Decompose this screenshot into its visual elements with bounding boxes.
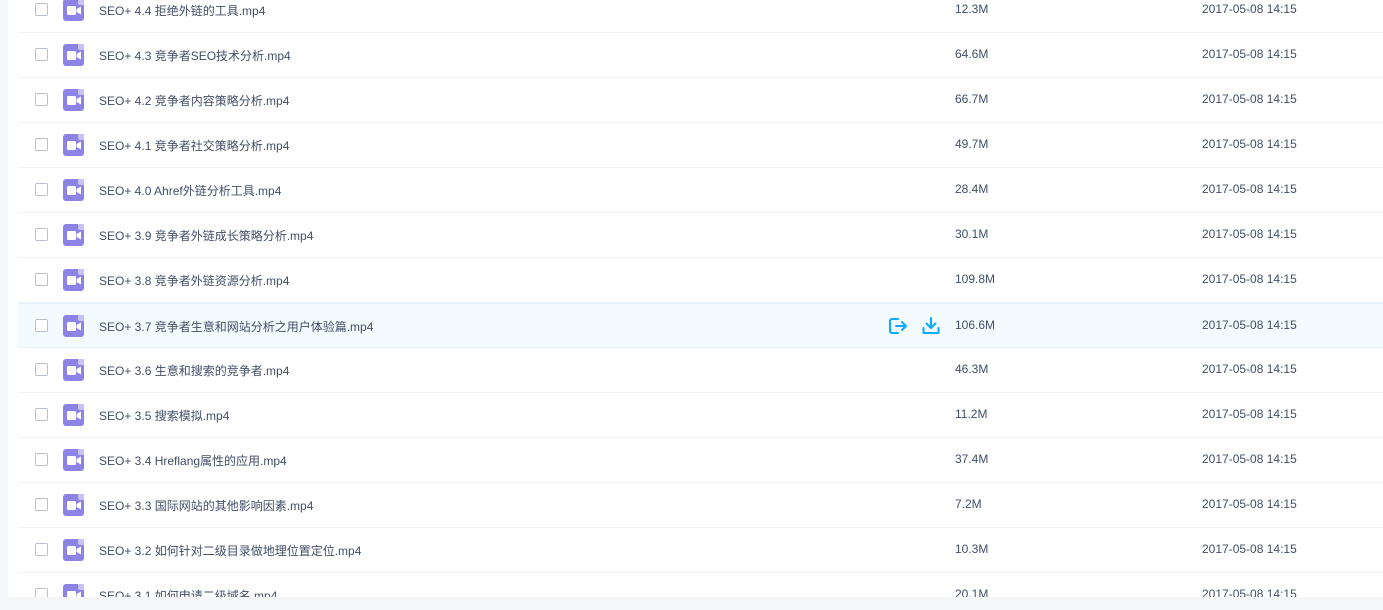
row-checkbox[interactable] — [35, 588, 48, 597]
row-checkbox[interactable] — [35, 3, 48, 16]
row-checkbox[interactable] — [35, 453, 48, 466]
file-size: 10.3M — [955, 542, 989, 556]
file-date: 2017-05-08 14:15 — [1202, 92, 1297, 106]
file-date: 2017-05-08 14:15 — [1202, 318, 1297, 332]
file-date: 2017-05-08 14:15 — [1202, 407, 1297, 421]
file-row[interactable]: SEO+ 3.3 国际网站的其他影响因素.mp4 7.2M 2017-05-08… — [18, 483, 1383, 528]
file-size: 106.6M — [955, 318, 996, 332]
file-date: 2017-05-08 14:15 — [1202, 362, 1297, 376]
video-file-icon — [63, 44, 84, 66]
share-export-icon[interactable] — [888, 316, 908, 336]
file-date: 2017-05-08 14:15 — [1202, 182, 1297, 196]
file-date: 2017-05-08 14:15 — [1202, 2, 1297, 16]
video-file-icon — [63, 449, 84, 471]
file-row[interactable]: SEO+ 3.4 Hreflang属性的应用.mp4 37.4M 2017-05… — [18, 438, 1383, 483]
file-name[interactable]: SEO+ 3.7 竞争者生意和网站分析之用户体验篇.mp4 — [99, 318, 373, 335]
file-size: 7.2M — [955, 497, 982, 511]
file-date: 2017-05-08 14:15 — [1202, 272, 1297, 286]
file-row[interactable]: SEO+ 3.8 竞争者外链资源分析.mp4 109.8M 2017-05-08… — [18, 258, 1383, 303]
video-file-icon — [63, 494, 84, 516]
file-date: 2017-05-08 14:15 — [1202, 542, 1297, 556]
file-size: 28.4M — [955, 182, 989, 196]
file-row[interactable]: SEO+ 3.9 竞争者外链成长策略分析.mp4 30.1M 2017-05-0… — [18, 213, 1383, 258]
row-checkbox[interactable] — [35, 363, 48, 376]
file-name[interactable]: SEO+ 3.6 生意和搜索的竞争者.mp4 — [99, 362, 289, 379]
video-file-icon — [63, 584, 84, 597]
row-checkbox[interactable] — [35, 408, 48, 421]
file-size: 30.1M — [955, 227, 989, 241]
row-checkbox[interactable] — [35, 138, 48, 151]
file-row[interactable]: SEO+ 3.5 搜索模拟.mp4 11.2M 2017-05-08 14:15 — [18, 393, 1383, 438]
file-name[interactable]: SEO+ 4.0 Ahref外链分析工具.mp4 — [99, 182, 281, 199]
file-name[interactable]: SEO+ 3.3 国际网站的其他影响因素.mp4 — [99, 497, 313, 514]
row-checkbox[interactable] — [35, 48, 48, 61]
video-file-icon — [63, 359, 84, 381]
file-list: SEO+ 4.4 拒绝外链的工具.mp4 12.3M 2017-05-08 14… — [18, 0, 1383, 597]
file-size: 49.7M — [955, 137, 989, 151]
row-checkbox[interactable] — [35, 228, 48, 241]
row-checkbox[interactable] — [35, 93, 48, 106]
file-size: 12.3M — [955, 2, 989, 16]
file-name[interactable]: SEO+ 3.1 如何申请二级域名.mp4 — [99, 587, 277, 597]
file-date: 2017-05-08 14:15 — [1202, 227, 1297, 241]
file-name[interactable]: SEO+ 4.2 竞争者内容策略分析.mp4 — [99, 92, 289, 109]
file-size: 109.8M — [955, 272, 996, 286]
row-checkbox[interactable] — [35, 498, 48, 511]
file-row[interactable]: SEO+ 3.2 如何针对二级目录做地理位置定位.mp4 10.3M 2017-… — [18, 528, 1383, 573]
file-name[interactable]: SEO+ 3.5 搜索模拟.mp4 — [99, 407, 229, 424]
video-file-icon — [63, 539, 84, 561]
file-row[interactable]: SEO+ 4.1 竞争者社交策略分析.mp4 49.7M 2017-05-08 … — [18, 123, 1383, 168]
file-row[interactable]: SEO+ 4.2 竞争者内容策略分析.mp4 66.7M 2017-05-08 … — [18, 78, 1383, 123]
file-row[interactable]: SEO+ 3.6 生意和搜索的竞争者.mp4 46.3M 2017-05-08 … — [18, 348, 1383, 393]
file-name[interactable]: SEO+ 4.3 竞争者SEO技术分析.mp4 — [99, 47, 291, 64]
file-date: 2017-05-08 14:15 — [1202, 452, 1297, 466]
file-size: 37.4M — [955, 452, 989, 466]
download-icon[interactable] — [921, 316, 941, 336]
video-file-icon — [63, 224, 84, 246]
file-row[interactable]: SEO+ 4.3 竞争者SEO技术分析.mp4 64.6M 2017-05-08… — [18, 33, 1383, 78]
video-file-icon — [63, 134, 84, 156]
file-name[interactable]: SEO+ 3.4 Hreflang属性的应用.mp4 — [99, 452, 287, 469]
file-list-panel: SEO+ 4.4 拒绝外链的工具.mp4 12.3M 2017-05-08 14… — [8, 0, 1383, 597]
video-file-icon — [63, 0, 84, 21]
file-name[interactable]: SEO+ 3.2 如何针对二级目录做地理位置定位.mp4 — [99, 542, 361, 559]
video-file-icon — [63, 404, 84, 426]
file-row[interactable]: SEO+ 3.7 竞争者生意和网站分析之用户体验篇.mp4 106.6M 201… — [18, 303, 1383, 348]
file-date: 2017-05-08 14:15 — [1202, 497, 1297, 511]
row-checkbox[interactable] — [35, 319, 48, 332]
row-checkbox[interactable] — [35, 183, 48, 196]
file-name[interactable]: SEO+ 3.9 竞争者外链成长策略分析.mp4 — [99, 227, 313, 244]
file-row[interactable]: SEO+ 3.1 如何申请二级域名.mp4 20.1M 2017-05-08 1… — [18, 573, 1383, 597]
row-checkbox[interactable] — [35, 273, 48, 286]
file-size: 20.1M — [955, 587, 989, 597]
file-size: 64.6M — [955, 47, 989, 61]
row-checkbox[interactable] — [35, 543, 48, 556]
video-file-icon — [63, 89, 84, 111]
video-file-icon — [63, 179, 84, 201]
file-date: 2017-05-08 14:15 — [1202, 47, 1297, 61]
file-size: 46.3M — [955, 362, 989, 376]
file-name[interactable]: SEO+ 3.8 竞争者外链资源分析.mp4 — [99, 272, 289, 289]
file-date: 2017-05-08 14:15 — [1202, 587, 1297, 597]
file-row[interactable]: SEO+ 4.4 拒绝外链的工具.mp4 12.3M 2017-05-08 14… — [18, 0, 1383, 33]
video-file-icon — [63, 315, 84, 337]
file-date: 2017-05-08 14:15 — [1202, 137, 1297, 151]
file-size: 66.7M — [955, 92, 989, 106]
file-row[interactable]: SEO+ 4.0 Ahref外链分析工具.mp4 28.4M 2017-05-0… — [18, 168, 1383, 213]
file-name[interactable]: SEO+ 4.4 拒绝外链的工具.mp4 — [99, 2, 265, 19]
file-name[interactable]: SEO+ 4.1 竞争者社交策略分析.mp4 — [99, 137, 289, 154]
file-size: 11.2M — [955, 407, 988, 421]
video-file-icon — [63, 269, 84, 291]
